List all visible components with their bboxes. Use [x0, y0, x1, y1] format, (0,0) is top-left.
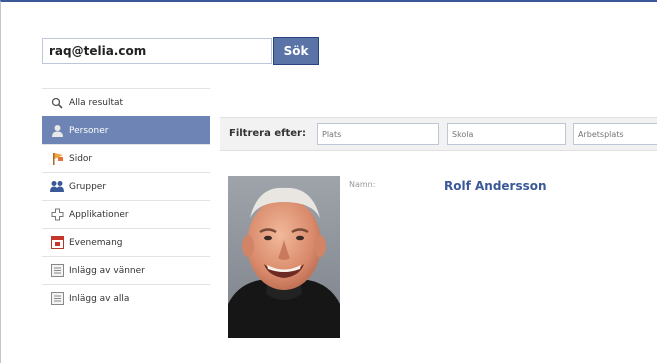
sidebar-item-label: Applikationer — [69, 209, 129, 220]
posts-icon — [50, 292, 64, 306]
posts-icon — [50, 264, 64, 278]
search-input[interactable] — [42, 38, 272, 64]
sidebar-item-label: Grupper — [69, 181, 107, 192]
magnifier-icon — [50, 96, 64, 110]
person-icon — [50, 124, 64, 138]
sidebar-item-people[interactable]: Personer — [42, 116, 210, 144]
sidebar-item-label: Inlägg av alla — [69, 293, 130, 304]
group-icon — [50, 180, 64, 194]
sidebar: Alla resultat Personer Sidor Grupper App… — [42, 88, 210, 312]
school-filter-input[interactable] — [447, 123, 566, 145]
sidebar-item-pages[interactable]: Sidor — [42, 144, 210, 172]
sidebar-item-label: Sidor — [69, 153, 93, 164]
location-filter-input[interactable] — [317, 123, 439, 145]
sidebar-item-label: Evenemang — [69, 237, 123, 248]
name-label: Namn: — [349, 180, 376, 189]
search-button[interactable]: Sök — [273, 37, 319, 65]
filter-label: Filtrera efter: — [229, 128, 306, 139]
sidebar-item-label: Alla resultat — [69, 97, 124, 108]
filter-bar: Filtrera efter: — [220, 117, 657, 151]
sidebar-item-all-results[interactable]: Alla resultat — [42, 88, 210, 116]
profile-photo[interactable] — [228, 176, 340, 338]
flag-icon — [50, 152, 64, 166]
sidebar-item-friends-posts[interactable]: Inlägg av vänner — [42, 256, 210, 284]
sidebar-item-label: Personer — [69, 125, 109, 136]
puzzle-icon — [50, 208, 64, 222]
workplace-filter-input[interactable] — [573, 123, 657, 145]
sidebar-item-applications[interactable]: Applikationer — [42, 200, 210, 228]
calendar-icon — [50, 236, 64, 250]
sidebar-item-groups[interactable]: Grupper — [42, 172, 210, 200]
sidebar-item-events[interactable]: Evenemang — [42, 228, 210, 256]
sidebar-item-all-posts[interactable]: Inlägg av alla — [42, 284, 210, 312]
sidebar-item-label: Inlägg av vänner — [69, 265, 145, 276]
profile-name-link[interactable]: Rolf Andersson — [444, 179, 547, 193]
